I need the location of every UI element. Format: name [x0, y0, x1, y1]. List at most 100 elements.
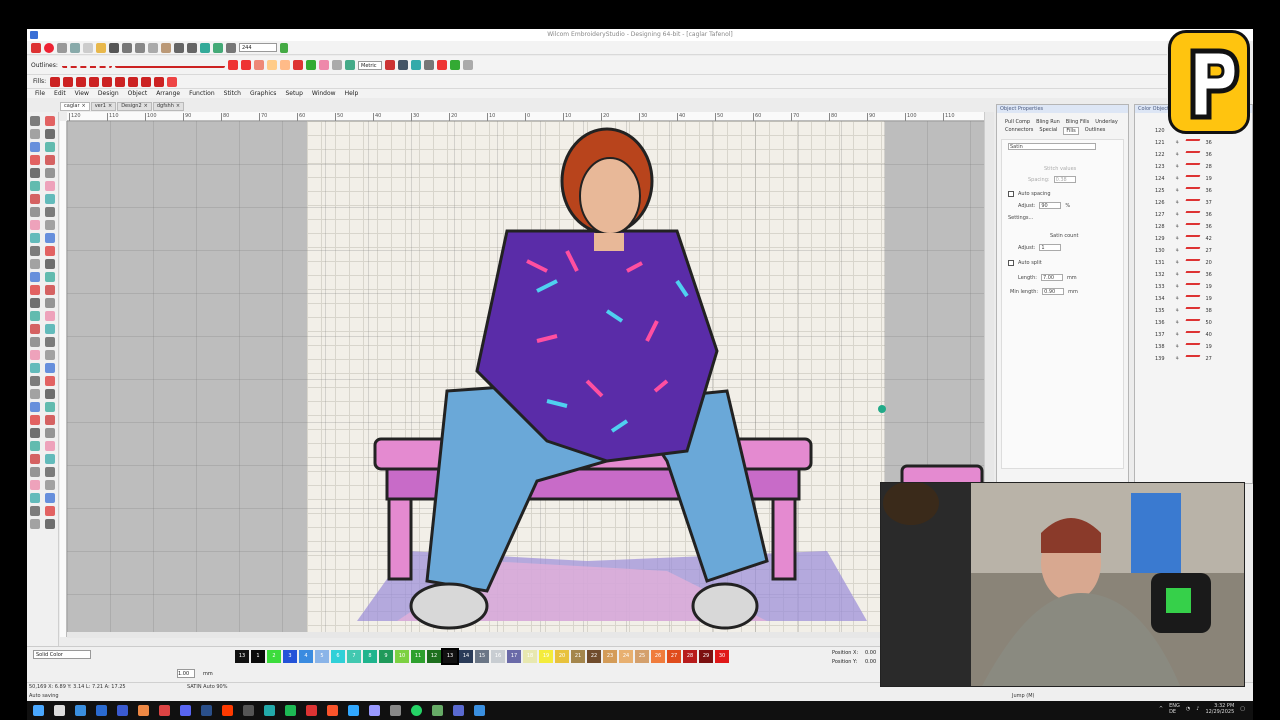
color-swatch[interactable]: 11 [411, 650, 425, 663]
color-object-row[interactable]: 133 ⚘ 19 [1155, 281, 1252, 292]
outline-icon-2[interactable] [241, 60, 251, 70]
fill-icon-5[interactable] [319, 60, 329, 70]
color-swatch[interactable]: 7 [347, 650, 361, 663]
align-icon[interactable] [411, 60, 421, 70]
toolbox-tool-icon[interactable] [45, 519, 55, 529]
copy-icon[interactable] [148, 42, 158, 53]
toolbox-tool-icon[interactable] [45, 259, 55, 269]
close-icon[interactable]: × [82, 103, 86, 110]
menu-function[interactable]: Function [189, 89, 215, 98]
min-length-input[interactable]: 0.90 [1042, 288, 1065, 295]
tab-design2[interactable]: Design2 × [117, 102, 152, 111]
color-swatch[interactable]: 10 [395, 650, 409, 663]
tab-bling-fills[interactable]: Bling Fills [1066, 119, 1089, 125]
toolbox-tool-icon[interactable] [45, 376, 55, 386]
toolbox-tool-icon[interactable] [30, 155, 40, 165]
color-swatch[interactable]: 24 [619, 650, 633, 663]
app-icon-6[interactable] [264, 705, 275, 716]
menu-file[interactable]: File [35, 89, 45, 98]
color-object-row[interactable]: 139 ⚘ 27 [1155, 353, 1252, 364]
settings-button[interactable]: Settings... [1008, 215, 1033, 221]
toolbox-tool-icon[interactable] [30, 181, 40, 191]
color-object-row[interactable]: 131 ⚘ 20 [1155, 257, 1252, 268]
app-icon-11[interactable] [474, 705, 485, 716]
menu-graphics[interactable]: Graphics [250, 89, 277, 98]
toolbox-tool-icon[interactable] [30, 129, 40, 139]
toolbox-tool-icon[interactable] [30, 506, 40, 516]
adjust-input[interactable]: 90 [1039, 202, 1062, 209]
color-object-row[interactable]: 126 ⚘ 37 [1155, 197, 1252, 208]
toolbox-tool-icon[interactable] [45, 506, 55, 516]
color-object-row[interactable]: 127 ⚘ 36 [1155, 209, 1252, 220]
toolbox-tool-icon[interactable] [45, 233, 55, 243]
toolbox-tool-icon[interactable] [30, 389, 40, 399]
outline-styles-icon[interactable] [115, 62, 225, 68]
whatsapp-icon[interactable] [411, 705, 422, 716]
fill-cross-icon[interactable] [102, 76, 112, 87]
color-object-row[interactable]: 135 ⚘ 38 [1155, 305, 1252, 316]
design-canvas[interactable] [67, 121, 984, 637]
toolbox-tool-icon[interactable] [45, 246, 55, 256]
color-swatch[interactable]: 3 [283, 650, 297, 663]
toolbox-tool-icon[interactable] [45, 194, 55, 204]
fill-satin-icon[interactable] [50, 76, 60, 87]
toolbox-tool-icon[interactable] [30, 233, 40, 243]
tab-outlines[interactable]: Outlines [1085, 127, 1106, 135]
menu-help[interactable]: Help [345, 89, 359, 98]
color-swatch[interactable]: 28 [683, 650, 697, 663]
fill-motif-icon[interactable] [89, 76, 99, 87]
toolbox-tool-icon[interactable] [45, 155, 55, 165]
toolbox-tool-icon[interactable] [45, 337, 55, 347]
photoshop-icon[interactable] [348, 705, 359, 716]
units-select[interactable]: Metric [358, 60, 382, 70]
toolbox-tool-icon[interactable] [30, 142, 40, 152]
tools-icon[interactable] [70, 42, 80, 53]
color-object-row[interactable]: 129 ⚘ 42 [1155, 233, 1252, 244]
zoom-icon[interactable] [226, 42, 236, 53]
fill-icon-1[interactable] [267, 60, 277, 70]
toolbox-tool-icon[interactable] [45, 298, 55, 308]
print-icon[interactable] [122, 42, 132, 53]
color-object-row[interactable]: 138 ⚘ 19 [1155, 341, 1252, 352]
toolbox-tool-icon[interactable] [45, 181, 55, 191]
close-icon[interactable]: × [108, 103, 112, 110]
color-swatch[interactable]: 5 [315, 650, 329, 663]
lightroom-icon[interactable] [201, 705, 212, 716]
undo-icon[interactable] [174, 42, 184, 53]
app-icon-4[interactable] [159, 705, 170, 716]
toolbox-tool-icon[interactable] [30, 480, 40, 490]
toolbox-tool-icon[interactable] [30, 194, 40, 204]
color-swatch[interactable]: 25 [635, 650, 649, 663]
auto-spacing-checkbox[interactable] [1008, 191, 1014, 197]
color-swatch[interactable]: 14 [459, 650, 473, 663]
toolbox-tool-icon[interactable] [30, 324, 40, 334]
toolbox-tool-icon[interactable] [30, 311, 40, 321]
app-icon-2[interactable] [96, 705, 107, 716]
toolbox-tool-icon[interactable] [45, 129, 55, 139]
spacing-input[interactable]: 0.38 [1053, 176, 1076, 183]
toolbox-tool-icon[interactable] [30, 454, 40, 464]
embroidery-design[interactable] [67, 121, 984, 637]
tab-dgfshh[interactable]: dgfshh × [152, 102, 185, 111]
toolbox-tool-icon[interactable] [30, 285, 40, 295]
color-object-row[interactable]: 125 ⚘ 36 [1155, 185, 1252, 196]
info-icon[interactable] [398, 60, 408, 70]
language-indicator[interactable]: ENG DE [1169, 703, 1180, 715]
stitch-player-icon[interactable] [200, 42, 210, 53]
color-object-row[interactable]: 132 ⚘ 36 [1155, 269, 1252, 280]
color-swatch[interactable]: 30 [715, 650, 729, 663]
toolbox-tool-icon[interactable] [30, 493, 40, 503]
toolbox-tool-icon[interactable] [30, 207, 40, 217]
toolbox-tool-icon[interactable] [45, 428, 55, 438]
menu-stitch[interactable]: Stitch [224, 89, 241, 98]
brave-icon[interactable] [327, 705, 338, 716]
app-icon-3[interactable] [138, 705, 149, 716]
tab-caglar[interactable]: caglar × [60, 102, 90, 111]
stop-icon[interactable] [385, 60, 395, 70]
app-icon-9[interactable] [432, 705, 443, 716]
toolbox-tool-icon[interactable] [30, 337, 40, 347]
fill-wave-icon[interactable] [141, 76, 151, 87]
zoom-field[interactable]: 1.00 [177, 669, 195, 678]
color-swatch[interactable]: 4 [299, 650, 313, 663]
toolbox-tool-icon[interactable] [45, 272, 55, 282]
